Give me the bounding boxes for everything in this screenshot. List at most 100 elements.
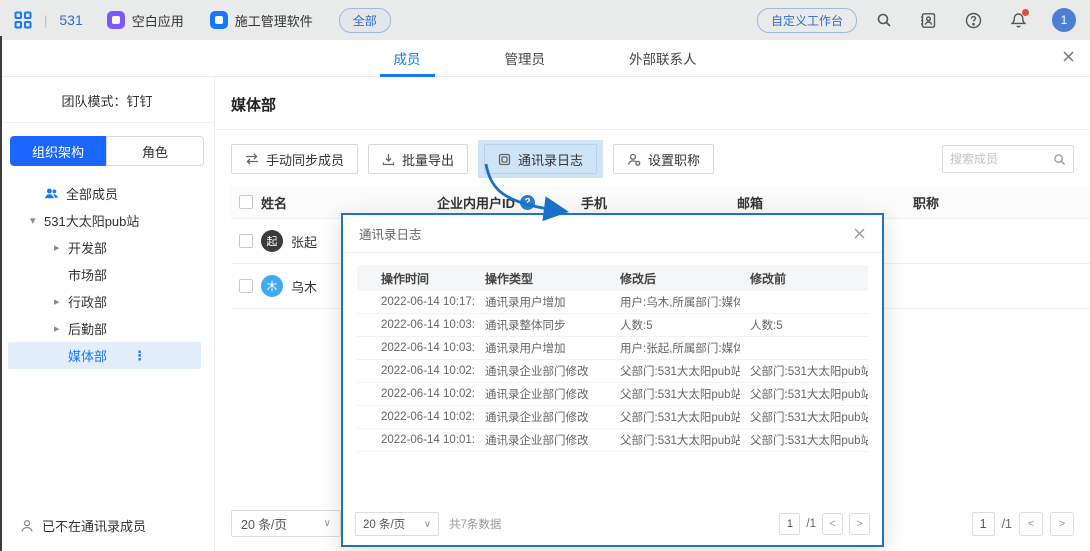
tree-item-label: 行政部: [68, 292, 107, 311]
custom-workbench-button[interactable]: 自定义工作台: [757, 8, 857, 33]
next-page-button[interactable]: >: [849, 513, 870, 535]
modal-header: 通讯录日志: [343, 215, 882, 253]
log-row: 2022-06-14 10:03:39 通讯录用户增加 用户:张起,所属部门:媒…: [357, 337, 868, 360]
total-count-label: 共7条数据: [449, 516, 501, 532]
col-phone: 手机: [581, 193, 721, 212]
window-edge: [0, 36, 2, 551]
sidebar-tree-item[interactable]: ▸ 开发部: [8, 234, 201, 261]
log-time: 2022-06-14 10:02:33: [357, 365, 475, 377]
log-before: 父部门:531大太阳pub站, 部门:...: [740, 386, 868, 402]
department-title: 媒体部: [215, 77, 1090, 130]
close-icon[interactable]: [1061, 49, 1076, 64]
search-icon[interactable]: [1053, 153, 1066, 166]
help-icon[interactable]: [965, 12, 982, 29]
col-job-title: 职称: [881, 193, 1074, 212]
sidebar-tree-item[interactable]: ▾ 531大太阳pub站: [8, 207, 201, 234]
log-row: 2022-06-14 10:17:02 通讯录用户增加 用户:乌木,所属部门:媒…: [357, 291, 868, 314]
workspace-id[interactable]: 531: [59, 12, 82, 28]
caret-icon[interactable]: ▸: [54, 241, 68, 254]
avatar: 起: [261, 230, 283, 252]
construction-app-icon: [210, 11, 228, 29]
page-size-select[interactable]: 20 条/页 ∨: [231, 510, 341, 537]
col-email: 邮箱: [721, 193, 881, 212]
log-type: 通讯录整体同步: [475, 317, 610, 333]
select-all-checkbox[interactable]: [239, 195, 253, 209]
current-page-box[interactable]: 1: [779, 513, 800, 535]
log-after: 父部门:531大太阳pub站, 部门:...: [610, 363, 740, 379]
log-type: 通讯录企业部门修改: [475, 409, 610, 425]
log-time: 2022-06-14 10:03:48: [357, 319, 475, 331]
member-name: 张起: [291, 232, 317, 251]
prev-page-button[interactable]: <: [1019, 512, 1043, 536]
caret-icon[interactable]: ▾: [30, 214, 44, 227]
col-name: 姓名: [261, 193, 391, 212]
log-button-highlight: 通讯录日志: [478, 140, 603, 178]
tree-item-label: 媒体部: [68, 346, 107, 365]
tab-external-contacts[interactable]: 外部联系人: [615, 40, 711, 77]
tabbar: 成员 管理员 外部联系人: [0, 40, 1090, 77]
divider: |: [44, 13, 47, 28]
more-dots-icon[interactable]: ⋮: [133, 348, 147, 364]
app-item-construction-software[interactable]: 施工管理软件: [210, 11, 313, 30]
contacts-icon[interactable]: [920, 12, 937, 29]
sidebar-tree-item[interactable]: 媒体部 ⋮: [8, 342, 201, 369]
page-total-label: /1: [1002, 517, 1012, 531]
help-question-icon[interactable]: ?: [520, 195, 535, 210]
row-checkbox[interactable]: [239, 234, 253, 248]
tree-item-label: 开发部: [68, 238, 107, 257]
member-search-input[interactable]: [950, 152, 1049, 166]
contact-log-modal: 通讯录日志 操作时间 操作类型 修改后 修改前 2022-06-14 10:17…: [341, 213, 884, 547]
app-item-label: 空白应用: [132, 11, 184, 30]
caret-icon[interactable]: ▸: [54, 295, 68, 308]
search-icon[interactable]: [876, 12, 892, 28]
sidebar-tree-item[interactable]: ▸ 后勤部: [8, 315, 201, 342]
user-avatar[interactable]: 1: [1052, 8, 1076, 32]
tab-members[interactable]: 成员: [380, 40, 435, 77]
log-after: 人数:5: [610, 317, 740, 333]
chevron-down-icon: ∨: [424, 519, 431, 530]
current-page-box[interactable]: 1: [972, 512, 995, 536]
log-type: 通讯录用户增加: [475, 340, 610, 356]
log-table: 操作时间 操作类型 修改后 修改前 2022-06-14 10:17:02 通讯…: [357, 265, 868, 452]
app-item-blank-app[interactable]: 空白应用: [107, 11, 184, 30]
set-job-title-button[interactable]: 设置职称: [613, 144, 714, 174]
org-role-toggle: 组织架构 角色: [10, 136, 204, 166]
role-button[interactable]: 角色: [106, 136, 204, 166]
log-before: 父部门:531大太阳pub站, 部门:AA: [740, 363, 868, 379]
app-item-label: 施工管理软件: [235, 11, 313, 30]
sidebar-tree-item[interactable]: ▸ 行政部: [8, 288, 201, 315]
log-type: 通讯录企业部门修改: [475, 363, 610, 379]
all-apps-pill[interactable]: 全部: [339, 8, 391, 33]
notifications-icon[interactable]: [1010, 12, 1027, 29]
log-before: 人数:5: [740, 317, 868, 333]
sidebar: 团队模式：钉钉 组织架构 角色 全部成员 ▾ 531大太阳pub站 ▸ 开发部 …: [0, 77, 215, 551]
log-after: 父部门:531大太阳pub站, 部门:...: [610, 432, 740, 448]
contact-log-button[interactable]: 通讯录日志: [484, 144, 597, 174]
batch-export-button[interactable]: 批量导出: [368, 144, 468, 174]
col-user-id: 企业内用户ID: [437, 193, 515, 212]
sync-icon: [245, 153, 259, 165]
close-icon[interactable]: [853, 227, 866, 240]
app-launcher-icon[interactable]: [14, 11, 32, 29]
removed-members-link[interactable]: 已不在通讯录成员: [20, 516, 146, 535]
log-time: 2022-06-14 10:03:39: [357, 342, 475, 354]
tab-admins[interactable]: 管理员: [491, 40, 560, 77]
org-structure-button[interactable]: 组织架构: [10, 136, 106, 166]
sidebar-tree-item[interactable]: 全部成员: [8, 180, 201, 207]
person-icon: [20, 519, 34, 533]
prev-page-button[interactable]: <: [822, 513, 843, 535]
person-gear-icon: [627, 153, 641, 166]
log-time: 2022-06-14 10:01:54: [357, 434, 475, 446]
log-row: 2022-06-14 10:03:48 通讯录整体同步 人数:5 人数:5: [357, 314, 868, 337]
next-page-button[interactable]: >: [1050, 512, 1074, 536]
toolbar: 手动同步成员 批量导出 通讯录日志: [215, 130, 1090, 186]
download-icon: [382, 153, 395, 166]
sidebar-tree-item[interactable]: 市场部: [8, 261, 201, 288]
log-row: 2022-06-14 10:02:09 通讯录企业部门修改 父部门:531大太阳…: [357, 406, 868, 429]
caret-icon[interactable]: ▸: [54, 322, 68, 335]
log-time: 2022-06-14 10:17:02: [357, 296, 475, 308]
manual-sync-button[interactable]: 手动同步成员: [231, 144, 358, 174]
modal-page-size-select[interactable]: 20 条/页 ∨: [355, 512, 439, 536]
row-checkbox[interactable]: [239, 279, 253, 293]
log-table-header: 操作时间 操作类型 修改后 修改前: [357, 265, 868, 291]
